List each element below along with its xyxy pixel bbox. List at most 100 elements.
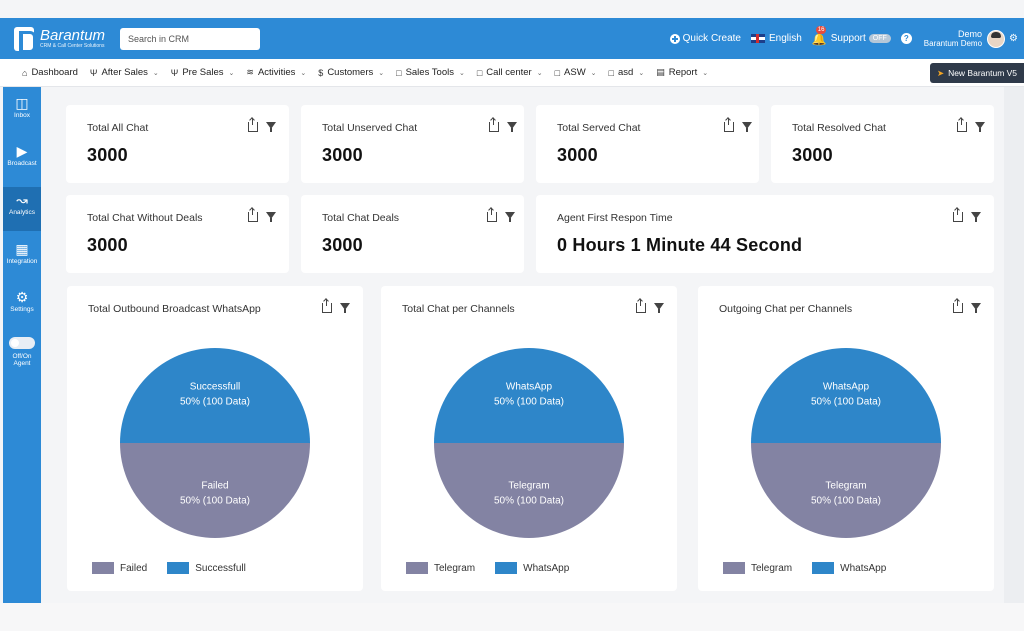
menu-item-asw[interactable]: □ ASW ⌄ xyxy=(549,67,603,78)
language-selector[interactable]: English xyxy=(750,33,802,44)
sidebar: ◫ Inbox ▶ Broadcast ↝ Analytics ▦ Integr… xyxy=(3,87,41,603)
support-label: Support xyxy=(830,33,866,44)
share-icon[interactable] xyxy=(248,208,258,222)
filter-icon[interactable] xyxy=(505,212,515,222)
pie-slice-whatsapp[interactable] xyxy=(751,348,941,443)
chart-icon: ▤ xyxy=(656,67,665,77)
sidebar-item-analytics[interactable]: ↝ Analytics xyxy=(3,187,41,231)
user-info[interactable]: Demo Barantum Demo xyxy=(924,29,982,49)
card-tools xyxy=(487,208,515,222)
sidebar-item-inbox[interactable]: ◫ Inbox xyxy=(3,91,41,131)
folder-icon: □ xyxy=(476,67,483,78)
legend-swatch xyxy=(812,562,835,574)
legend-label: Failed xyxy=(120,562,148,574)
chevron-down-icon: ⌄ xyxy=(300,69,307,77)
legend-item-telegram[interactable]: Telegram xyxy=(723,562,792,574)
search-input[interactable] xyxy=(120,27,260,50)
rocket-icon: ➤ xyxy=(936,67,945,78)
agent-toggle[interactable]: Off/On Agent xyxy=(3,337,41,377)
sidebar-item-broadcast[interactable]: ▶ Broadcast xyxy=(3,139,41,179)
activity-icon: ≋ xyxy=(246,67,254,77)
stat-card-total-resolved-chat: Total Resolved Chat 3000 xyxy=(771,105,994,183)
filter-icon[interactable] xyxy=(971,212,981,222)
pie-slice-whatsapp[interactable] xyxy=(434,348,624,443)
support-state-badge[interactable]: OFF xyxy=(868,34,891,43)
share-icon[interactable] xyxy=(953,208,963,222)
menu-item-dashboard[interactable]: ⌂ Dashboard xyxy=(16,67,84,78)
menu-item-after-sales[interactable]: Ψ After Sales ⌄ xyxy=(84,67,165,78)
menu-label: Activities xyxy=(257,67,296,78)
legend-label: WhatsApp xyxy=(840,562,887,574)
scroll-gutter xyxy=(1004,87,1024,603)
stat-card-total-unserved-chat: Total Unserved Chat 3000 xyxy=(301,105,524,183)
gear-icon: ⚙ xyxy=(15,289,29,305)
share-icon[interactable] xyxy=(957,118,967,132)
legend-item-whatsapp[interactable]: WhatsApp xyxy=(495,562,569,574)
share-icon[interactable] xyxy=(487,208,497,222)
sidebar-item-integration[interactable]: ▦ Integration xyxy=(3,237,41,277)
menu-item-asd[interactable]: □ asd ⌄ xyxy=(603,67,651,78)
filter-icon[interactable] xyxy=(266,122,276,132)
avatar[interactable] xyxy=(987,29,1006,48)
stat-card-agent-first-response-time: Agent First Respon Time 0 Hours 1 Minute… xyxy=(536,195,994,273)
stat-value: 0 Hours 1 Minute 44 Second xyxy=(557,235,803,255)
share-icon[interactable] xyxy=(248,118,258,132)
quick-create-button[interactable]: Quick Create xyxy=(669,33,741,44)
sidebar-item-label: Integration xyxy=(6,258,38,265)
sidebar-item-label: Broadcast xyxy=(7,160,37,167)
slice-name-label: Telegram xyxy=(508,480,549,491)
menu-label: Dashboard xyxy=(31,67,78,78)
help-icon[interactable]: ? xyxy=(900,33,912,44)
pie-slice-successfull[interactable] xyxy=(120,348,310,443)
bell-icon[interactable]: 🔔 16 xyxy=(812,25,827,46)
legend-swatch xyxy=(406,562,428,574)
support-toggle[interactable]: 🔔 16 Support OFF xyxy=(812,25,891,46)
folder-icon: □ xyxy=(608,67,614,78)
share-icon[interactable] xyxy=(489,118,499,132)
language-label: English xyxy=(768,33,802,44)
filter-icon[interactable] xyxy=(742,122,752,132)
chart-card-outgoing-chat-per-channels: Outgoing Chat per Channels WhatsApp 50% (… xyxy=(698,286,994,591)
share-icon[interactable] xyxy=(724,118,734,132)
menu-label: After Sales xyxy=(101,67,148,78)
folder-icon: □ xyxy=(396,67,402,78)
pie-chart: WhatsApp 50% (100 Data) Telegram 50% (100 D… xyxy=(751,348,941,538)
card-tools xyxy=(489,118,517,132)
app-logo[interactable]: Barantum CRM & Call Center Solutions xyxy=(14,26,118,53)
menu-label: Call center xyxy=(486,67,532,78)
agent-toggle-switch[interactable] xyxy=(9,337,35,349)
legend-item-telegram[interactable]: Telegram xyxy=(406,562,475,574)
menu-item-pre-sales[interactable]: Ψ Pre Sales ⌄ xyxy=(165,67,241,78)
footer-strip xyxy=(0,603,1024,631)
chevron-down-icon: ⌄ xyxy=(378,69,385,77)
settings-gear-icon[interactable]: ⚙ xyxy=(1009,33,1018,44)
filter-icon[interactable] xyxy=(266,212,276,222)
menu-item-customers[interactable]: $ Customers ⌄ xyxy=(312,67,390,78)
menu-item-sales-tools[interactable]: □ Sales Tools ⌄ xyxy=(390,67,471,78)
new-version-button[interactable]: ➤ New Barantum V5 xyxy=(930,63,1024,83)
sidebar-item-settings[interactable]: ⚙ Settings xyxy=(3,285,41,325)
chevron-down-icon: ⌄ xyxy=(152,69,159,77)
menu-item-report[interactable]: ▤ Report ⌄ xyxy=(650,67,714,78)
sidebar-item-label: Analytics xyxy=(8,209,35,216)
stat-value: 3000 xyxy=(87,145,128,165)
app-tagline: CRM & Call Center Solutions xyxy=(40,42,105,49)
legend-item-successfull[interactable]: Successfull xyxy=(167,562,246,574)
filter-icon[interactable] xyxy=(507,122,517,132)
stat-title: Total All Chat xyxy=(87,122,149,134)
legend-label: Successfull xyxy=(195,562,246,574)
menu-item-call-center[interactable]: □ Call center ⌄ xyxy=(471,67,549,78)
quick-create-label: Quick Create xyxy=(682,33,741,44)
menu-item-activities[interactable]: ≋ Activities ⌄ xyxy=(240,67,312,78)
legend-item-failed[interactable]: Failed xyxy=(92,562,147,574)
user-org: Barantum Demo xyxy=(923,38,983,48)
uk-flag-icon xyxy=(750,34,765,43)
stat-card-chat-deals: Total Chat Deals 3000 xyxy=(301,195,524,273)
stat-title: Agent First Respon Time xyxy=(557,212,673,224)
legend-item-whatsapp[interactable]: WhatsApp xyxy=(812,562,886,574)
chart-card-chat-per-channels: Total Chat per Channels WhatsApp 50% (100… xyxy=(381,286,677,591)
filter-icon[interactable] xyxy=(975,122,985,132)
users-icon: Ψ xyxy=(170,67,179,78)
chevron-down-icon: ⌄ xyxy=(458,69,465,77)
slice-value-label: 50% (100 Data) xyxy=(494,397,564,408)
